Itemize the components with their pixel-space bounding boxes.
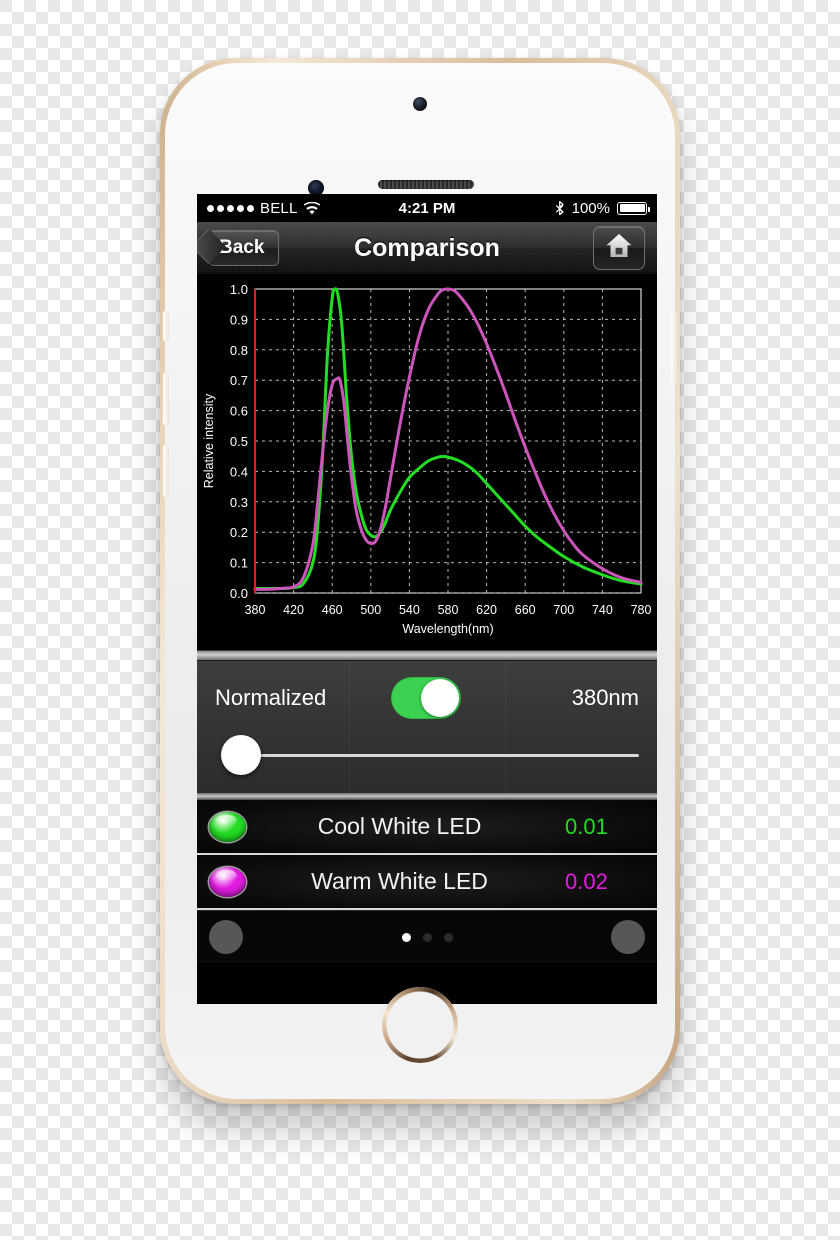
page-dot[interactable] — [443, 932, 453, 942]
svg-text:0.3: 0.3 — [230, 495, 248, 510]
phone-device: BELL 4:21 PM 100% Back Comparison 0.0 0.… — [160, 58, 680, 1104]
color-swatch-warm-white — [209, 866, 246, 897]
silent-switch[interactable] — [163, 311, 169, 341]
slider-thumb[interactable] — [221, 735, 261, 775]
svg-text:780: 780 — [631, 603, 652, 617]
volume-up-button[interactable] — [163, 373, 169, 425]
svg-text:0.5: 0.5 — [230, 434, 248, 449]
svg-text:620: 620 — [476, 603, 497, 617]
status-bar-right: 100% — [555, 199, 650, 217]
signal-strength-icon — [207, 204, 254, 212]
bottom-toolbar — [197, 910, 657, 963]
svg-text:0.6: 0.6 — [230, 404, 248, 419]
earpiece-speaker — [378, 180, 474, 189]
svg-text:380: 380 — [245, 603, 266, 617]
svg-text:1.0: 1.0 — [230, 282, 248, 297]
phone-body: BELL 4:21 PM 100% Back Comparison 0.0 0.… — [163, 63, 677, 1099]
svg-text:700: 700 — [553, 603, 574, 617]
status-bar: BELL 4:21 PM 100% — [197, 194, 657, 222]
home-button-ring — [382, 987, 458, 1063]
svg-text:0.9: 0.9 — [230, 312, 248, 327]
normalized-toggle[interactable] — [391, 677, 461, 719]
home-button[interactable] — [593, 226, 645, 270]
table-row[interactable]: Cool White LED 0.01 — [197, 800, 657, 855]
svg-text:540: 540 — [399, 603, 420, 617]
page-dot[interactable] — [401, 932, 411, 942]
wavelength-value: 380nm — [571, 685, 639, 710]
svg-text:420: 420 — [283, 603, 304, 617]
front-camera-icon — [413, 97, 427, 111]
slider-track — [223, 754, 639, 757]
color-swatch-cool-white — [209, 811, 246, 842]
normalize-row: Normalized 380nm — [197, 661, 657, 735]
svg-text:740: 740 — [592, 603, 613, 617]
svg-text:580: 580 — [438, 603, 459, 617]
home-icon — [605, 233, 633, 264]
svg-text:Relative intensity: Relative intensity — [202, 393, 216, 488]
wavelength-slider[interactable] — [205, 735, 649, 775]
back-button[interactable]: Back — [209, 230, 280, 266]
svg-text:0.8: 0.8 — [230, 343, 248, 358]
svg-text:0.1: 0.1 — [230, 556, 248, 571]
page-dot[interactable] — [422, 932, 432, 942]
home-hardware-button[interactable] — [382, 987, 458, 1063]
svg-text:0.4: 0.4 — [230, 464, 248, 479]
right-round-button[interactable] — [611, 920, 645, 954]
measurement-name: Cool White LED — [317, 813, 482, 839]
svg-text:660: 660 — [515, 603, 536, 617]
measurement-list: Cool White LED 0.01 Warm White LED 0.02 — [197, 800, 657, 910]
control-panel: Normalized 380nm — [197, 661, 657, 793]
svg-text:0.0: 0.0 — [230, 586, 248, 601]
power-button[interactable] — [671, 313, 677, 383]
status-bar-left: BELL — [207, 200, 320, 217]
list-divider — [197, 793, 657, 800]
svg-text:460: 460 — [322, 603, 343, 617]
measurement-value: 0.01 — [565, 813, 608, 839]
toggle-knob — [421, 679, 459, 717]
back-button-label: Back — [219, 237, 265, 258]
panel-divider — [197, 650, 657, 661]
table-row[interactable]: Warm White LED 0.02 — [197, 855, 657, 910]
volume-down-button[interactable] — [163, 445, 169, 497]
wifi-icon — [303, 201, 320, 215]
svg-text:0.7: 0.7 — [230, 373, 248, 388]
left-round-button[interactable] — [209, 920, 243, 954]
battery-percent-label: 100% — [571, 199, 610, 217]
page-indicator — [197, 932, 657, 942]
battery-full-icon — [617, 201, 650, 215]
measurement-value: 0.02 — [565, 868, 608, 894]
phone-screen: BELL 4:21 PM 100% Back Comparison 0.0 0.… — [197, 194, 657, 1004]
spectrum-chart[interactable]: 0.0 0.1 0.2 0.3 0.4 0.5 0.6 0.7 0.8 0.9 1.0 380 420 4… — [197, 275, 657, 650]
spectrum-chart-svg: 0.0 0.1 0.2 0.3 0.4 0.5 0.6 0.7 0.8 0.9 1.0 380 420 4… — [197, 275, 657, 650]
svg-text:Wavelength(nm): Wavelength(nm) — [402, 622, 493, 636]
carrier-label: BELL — [260, 199, 298, 217]
normalized-label: Normalized — [215, 685, 327, 710]
bluetooth-icon — [555, 200, 565, 216]
svg-text:0.2: 0.2 — [230, 525, 248, 540]
svg-text:500: 500 — [360, 603, 381, 617]
navigation-bar: Back Comparison — [197, 222, 657, 275]
measurement-name: Warm White LED — [311, 868, 488, 894]
screenshot-stage: BELL 4:21 PM 100% Back Comparison 0.0 0.… — [0, 0, 840, 1240]
